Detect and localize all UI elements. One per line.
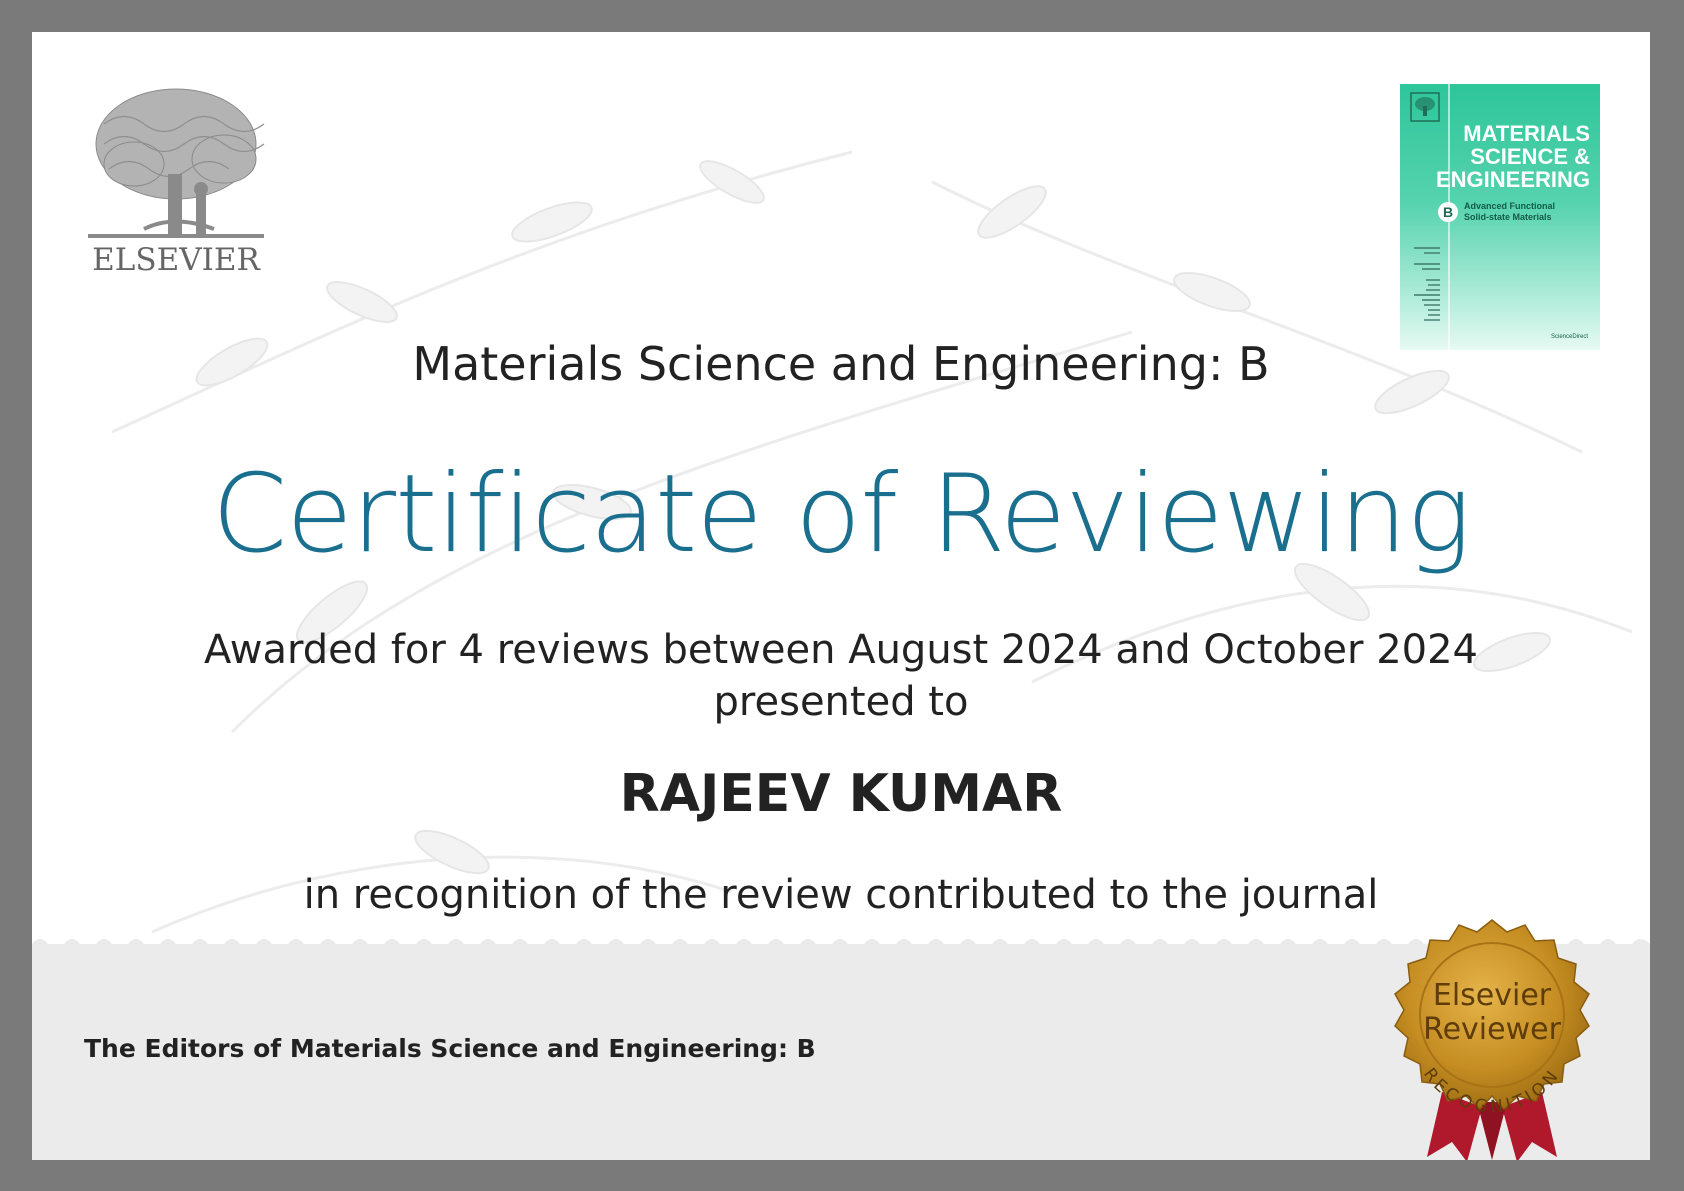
cover-subtitle-line: Advanced Functional (1464, 201, 1556, 211)
cover-section-badge: B (1438, 202, 1458, 222)
certificate-sheet: ELSEVIER MATERIALS SCIENCE & ENGINEERING… (32, 32, 1650, 1160)
cover-title-line: ENGINEERING (1435, 167, 1590, 192)
journal-name: Materials Science and Engineering: B (412, 337, 1270, 391)
certificate-title: Certificate of Reviewing (211, 452, 1471, 577)
cover-title-line: SCIENCE & (1470, 144, 1590, 169)
cover-subtitle: Advanced Functional Solid-state Material… (1464, 201, 1555, 223)
cover-title-line: MATERIALS (1463, 121, 1590, 146)
cover-subtitle-line: Solid-state Materials (1464, 212, 1552, 222)
award-text: Awarded for 4 reviews between August 202… (32, 624, 1650, 728)
cover-elsevier-icon (1410, 92, 1440, 122)
signatory: The Editors of Materials Science and Eng… (84, 1034, 816, 1063)
reviewer-seal-icon: Elsevier Reviewer RECOGNITION (1394, 919, 1590, 1160)
seal-line2: Reviewer (1423, 1012, 1561, 1047)
cover-editor-list (1414, 247, 1440, 321)
seal-line1: Elsevier (1433, 978, 1552, 1013)
journal-cover: MATERIALS SCIENCE & ENGINEERING B Advanc… (1400, 84, 1600, 350)
recipient-name: RAJEEV KUMAR (619, 764, 1063, 824)
cover-title: MATERIALS SCIENCE & ENGINEERING (1436, 122, 1590, 191)
elsevier-wordmark: ELSEVIER (92, 242, 260, 278)
presented-line: presented to (713, 679, 969, 725)
award-line: Awarded for 4 reviews between August 202… (204, 627, 1478, 673)
